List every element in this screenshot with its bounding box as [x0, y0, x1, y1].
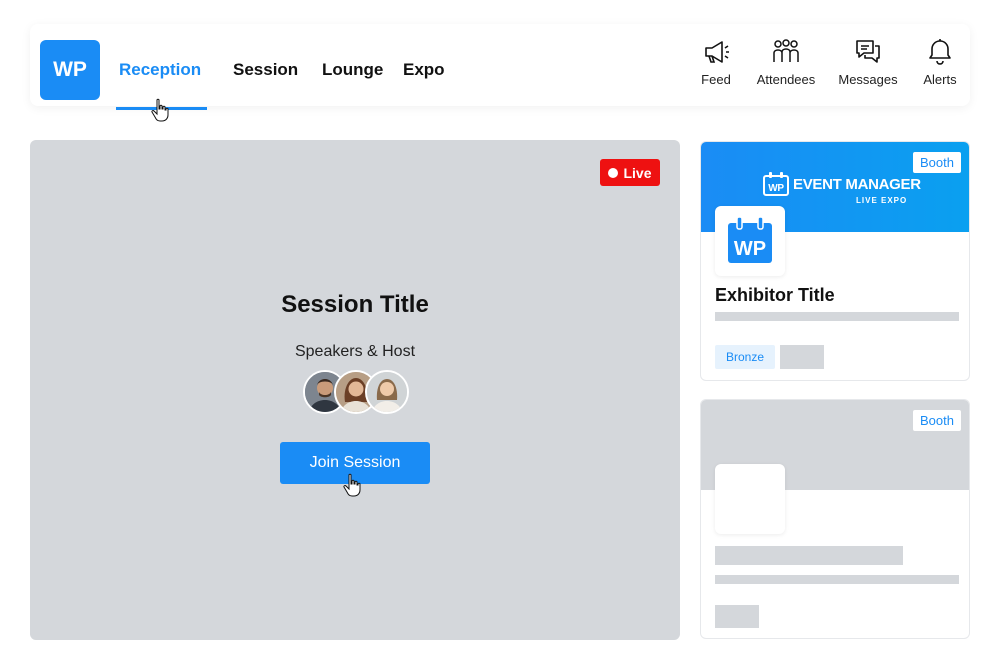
wp-logo[interactable]: WP [40, 40, 100, 100]
description-placeholder [715, 575, 959, 584]
description-placeholder [715, 312, 959, 321]
session-title: Session Title [281, 291, 429, 318]
exhibitor-title: Exhibitor Title [715, 285, 835, 305]
alerts-button[interactable]: Alerts [905, 38, 975, 87]
hand-cursor-icon [343, 473, 361, 497]
live-badge: Live [600, 159, 660, 186]
booth-badge: Booth [913, 410, 961, 431]
bell-icon [929, 39, 951, 65]
chat-icon [856, 40, 880, 63]
wp-calendar-icon: WP [728, 216, 772, 263]
people-icon [773, 39, 799, 62]
hand-cursor-icon [151, 98, 169, 122]
tab-session[interactable]: Session [233, 60, 298, 80]
megaphone-icon [705, 41, 729, 63]
booth-badge: Booth [913, 152, 961, 173]
title-placeholder [715, 546, 903, 565]
tab-lounge[interactable]: Lounge [322, 60, 383, 80]
wp-calendar-icon: WP [763, 172, 789, 196]
tag-placeholder [715, 605, 759, 628]
alerts-label: Alerts [923, 72, 957, 87]
feed-label: Feed [701, 72, 731, 87]
svg-text:WP: WP [768, 183, 784, 194]
messages-label: Messages [838, 72, 898, 87]
event-manager-brand: WP EVENT MANAGER [763, 172, 921, 196]
booth-card[interactable]: Booth [700, 399, 970, 639]
brand-name: EVENT MANAGER [793, 175, 921, 193]
live-label: Live [623, 164, 652, 181]
brand-subtitle: LIVE EXPO [856, 196, 908, 205]
attendees-label: Attendees [756, 72, 816, 87]
avatar [365, 370, 409, 414]
tag-placeholder [780, 345, 824, 369]
speaker-avatars [303, 370, 409, 414]
session-stage: Live Session Title Speakers & Host Join … [30, 140, 680, 640]
top-navigation-bar: WP Reception Session Lounge Expo Feed At… [30, 24, 970, 122]
booth-card[interactable]: WP EVENT MANAGER LIVE EXPO Booth WP Exhi… [700, 141, 970, 381]
svg-text:WP: WP [734, 238, 766, 260]
feed-button[interactable]: Feed [681, 38, 751, 87]
tab-reception[interactable]: Reception [119, 60, 201, 80]
live-dot-icon [608, 167, 619, 178]
attendees-button[interactable]: Attendees [751, 38, 821, 87]
tab-expo[interactable]: Expo [403, 60, 445, 80]
speakers-label: Speakers & Host [294, 343, 416, 360]
exhibitor-logo: WP [715, 206, 785, 276]
messages-button[interactable]: Messages [833, 38, 903, 87]
exhibitor-logo-placeholder [715, 464, 785, 534]
tier-badge: Bronze [715, 345, 775, 369]
